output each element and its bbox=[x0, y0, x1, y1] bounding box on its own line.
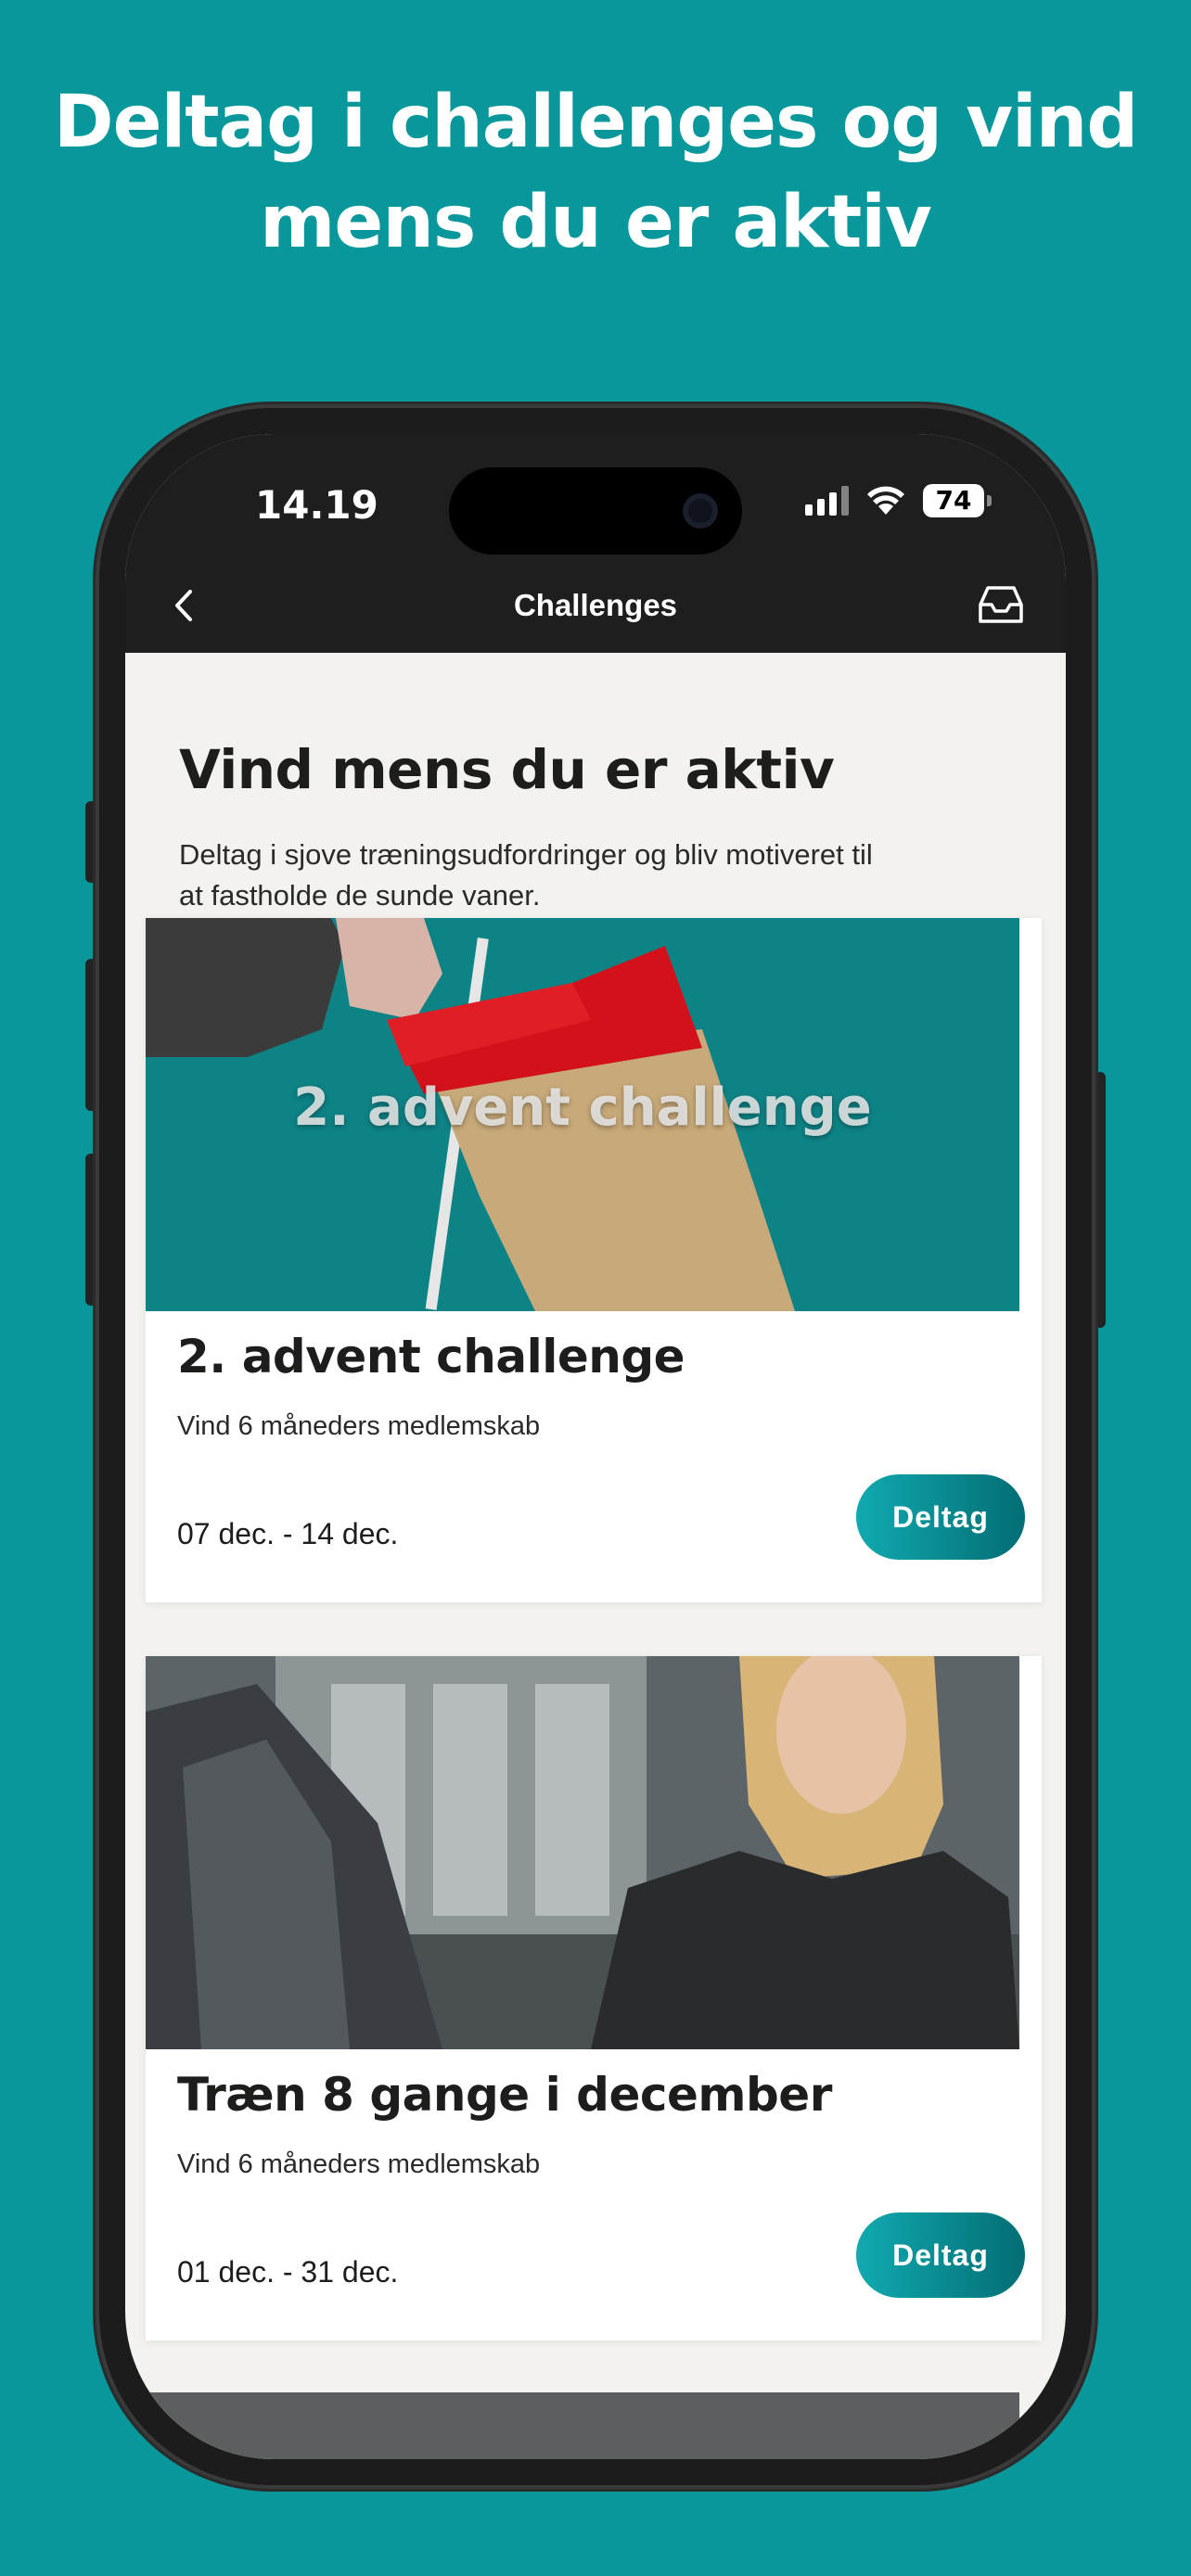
battery-icon: 74 bbox=[923, 484, 992, 517]
promo-headline: Deltag i challenges og vind mens du er a… bbox=[0, 72, 1191, 273]
inbox-button[interactable] bbox=[975, 582, 1027, 629]
challenge-image bbox=[146, 1656, 1019, 2049]
challenges-content: Vind mens du er aktiv Deltag i sjove træ… bbox=[125, 653, 1066, 2459]
camera-icon bbox=[683, 493, 718, 529]
challenge-image: 2. advent challenge bbox=[146, 918, 1019, 1311]
challenge-card[interactable]: Træn 8 gange i december Vind 6 måneders … bbox=[146, 1656, 1042, 2340]
top-bar: 14.19 74 Challenges bbox=[125, 434, 1066, 653]
wifi-icon bbox=[867, 486, 904, 515]
challenge-dates: 01 dec. - 31 dec. bbox=[177, 2255, 399, 2289]
page-title: Vind mens du er aktiv bbox=[179, 738, 835, 801]
join-button[interactable]: Deltag bbox=[856, 2213, 1025, 2298]
headline-line-2: mens du er aktiv bbox=[260, 181, 932, 264]
dynamic-island bbox=[449, 467, 742, 555]
challenge-prize: Vind 6 måneders medlemskab bbox=[177, 1411, 541, 1441]
headline-line-1: Deltag i challenges og vind bbox=[53, 81, 1138, 164]
challenge-image-caption: 2. advent challenge bbox=[293, 1078, 872, 1138]
status-time: 14.19 bbox=[255, 482, 378, 528]
challenge-card[interactable]: 2. advent challenge 2. advent challenge … bbox=[146, 918, 1042, 1602]
cellular-signal-icon bbox=[805, 486, 849, 516]
nav-title: Challenges bbox=[513, 588, 678, 622]
next-challenge-card-peek bbox=[146, 2392, 1019, 2459]
challenge-dates: 07 dec. - 14 dec. bbox=[177, 1517, 399, 1550]
join-button[interactable]: Deltag bbox=[856, 1474, 1025, 1560]
page-description: Deltag i sjove træningsudfordringer og b… bbox=[179, 838, 873, 912]
inbox-tray-icon bbox=[979, 586, 1023, 623]
power-button bbox=[1095, 1072, 1106, 1328]
phone-screen: 14.19 74 Challenges Vind mens du er akti… bbox=[125, 434, 1066, 2459]
challenge-title: 2. advent challenge bbox=[177, 1330, 685, 1384]
challenge-prize: Vind 6 måneders medlemskab bbox=[177, 2149, 541, 2179]
phone-frame: 14.19 74 Challenges Vind mens du er akti… bbox=[96, 404, 1095, 2489]
woman-gym-image bbox=[146, 1656, 1019, 2049]
challenge-title: Træn 8 gange i december bbox=[177, 2068, 832, 2122]
status-icons: 74 bbox=[805, 484, 992, 517]
